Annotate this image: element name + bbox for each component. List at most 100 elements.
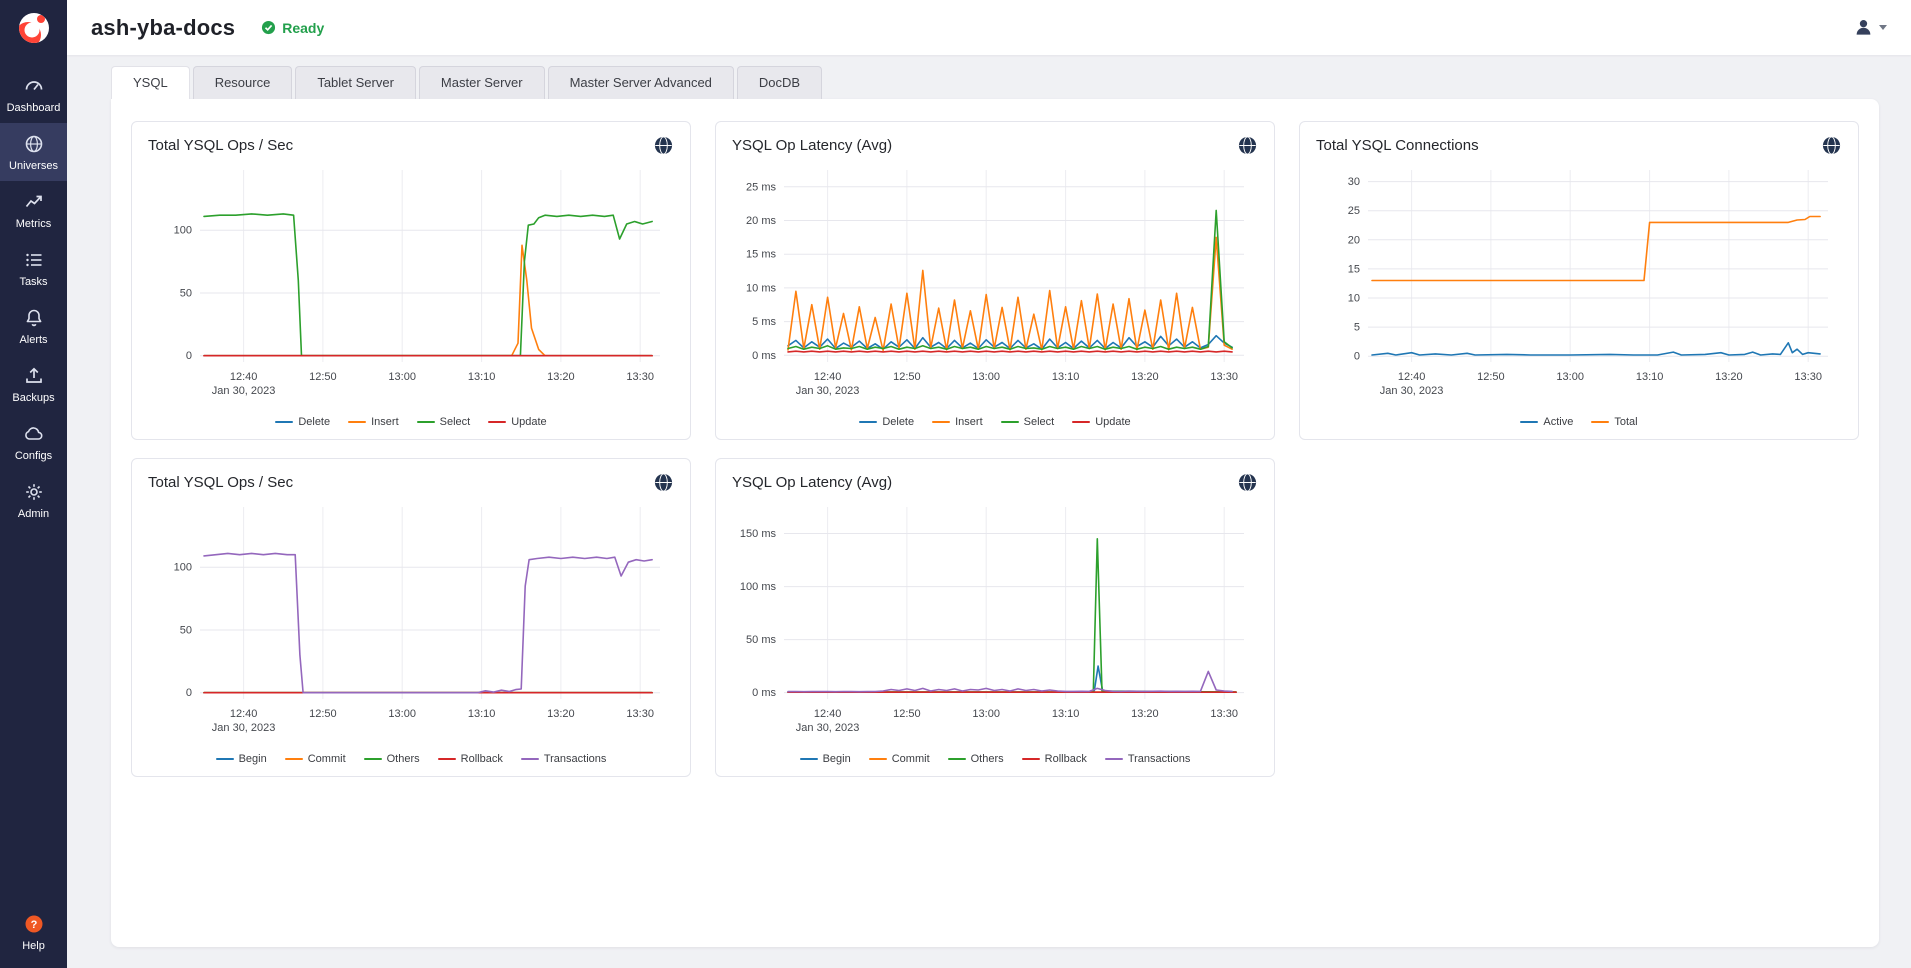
tab-docdb[interactable]: DocDB bbox=[737, 66, 822, 99]
ready-check-icon bbox=[261, 20, 276, 35]
globe-icon bbox=[653, 135, 674, 156]
svg-text:10: 10 bbox=[1348, 293, 1360, 305]
chart-title: YSQL Op Latency (Avg) bbox=[732, 474, 892, 491]
legend-swatch bbox=[417, 421, 435, 423]
universe-icon[interactable] bbox=[653, 472, 674, 493]
sidebar-item-label: Configs bbox=[15, 450, 52, 462]
legend-item-insert[interactable]: Insert bbox=[348, 416, 399, 428]
tab-master-server[interactable]: Master Server bbox=[419, 66, 545, 99]
svg-text:25: 25 bbox=[1348, 205, 1360, 217]
legend-swatch bbox=[488, 421, 506, 423]
chart-panel-header: Total YSQL Ops / Sec bbox=[148, 472, 674, 493]
chart-title: Total YSQL Ops / Sec bbox=[148, 137, 293, 154]
sidebar: Dashboard Universes MetricsTasksAlertsBack… bbox=[0, 0, 67, 968]
admin-gear-icon bbox=[23, 481, 45, 503]
chart-panel-header: YSQL Op Latency (Avg) bbox=[732, 472, 1258, 493]
sidebar-item-tasks[interactable]: Tasks bbox=[0, 239, 67, 297]
chart-title: YSQL Op Latency (Avg) bbox=[732, 137, 892, 154]
yugabyte-logo[interactable] bbox=[0, 0, 67, 55]
sidebar-item-configs[interactable]: Configs bbox=[0, 413, 67, 471]
legend-item-rollback[interactable]: Rollback bbox=[438, 753, 503, 765]
svg-text:12:40: 12:40 bbox=[1398, 371, 1426, 383]
legend-item-select[interactable]: Select bbox=[1001, 416, 1055, 428]
svg-text:Jan 30, 2023: Jan 30, 2023 bbox=[1380, 385, 1444, 397]
universe-icon[interactable] bbox=[653, 135, 674, 156]
legend-item-rollback[interactable]: Rollback bbox=[1022, 753, 1087, 765]
legend-swatch bbox=[275, 421, 293, 423]
universe-icon[interactable] bbox=[1237, 135, 1258, 156]
tasks-list-icon bbox=[23, 249, 45, 271]
configs-cloud-icon bbox=[23, 423, 45, 445]
sidebar-nav: Dashboard Universes MetricsTasksAlertsBack… bbox=[0, 65, 67, 529]
legend-item-transactions[interactable]: Transactions bbox=[521, 753, 607, 765]
globe-icon bbox=[1821, 135, 1842, 156]
legend-item-delete[interactable]: Delete bbox=[859, 416, 914, 428]
sidebar-item-label: Universes bbox=[9, 160, 58, 172]
chart-title: Total YSQL Connections bbox=[1316, 137, 1479, 154]
svg-text:13:20: 13:20 bbox=[1131, 708, 1159, 720]
sidebar-item-admin[interactable]: Admin bbox=[0, 471, 67, 529]
tab-master-server-advanced[interactable]: Master Server Advanced bbox=[548, 66, 734, 99]
sidebar-item-dashboard[interactable]: Dashboard bbox=[0, 65, 67, 123]
sidebar-item-alerts[interactable]: Alerts bbox=[0, 297, 67, 355]
svg-text:13:30: 13:30 bbox=[1794, 371, 1822, 383]
svg-text:12:50: 12:50 bbox=[893, 708, 921, 720]
legend-item-others[interactable]: Others bbox=[364, 753, 420, 765]
svg-text:15 ms: 15 ms bbox=[746, 249, 776, 261]
chart-panel: Total YSQL Ops / Sec05010012:4012:5013:0… bbox=[131, 458, 691, 777]
svg-text:13:10: 13:10 bbox=[1636, 371, 1664, 383]
tab-resource[interactable]: Resource bbox=[193, 66, 293, 99]
svg-text:13:30: 13:30 bbox=[1210, 371, 1238, 383]
legend-item-begin[interactable]: Begin bbox=[216, 753, 267, 765]
sidebar-item-metrics[interactable]: Metrics bbox=[0, 181, 67, 239]
legend-swatch bbox=[364, 758, 382, 760]
svg-text:12:50: 12:50 bbox=[309, 708, 337, 720]
charts-grid: Total YSQL Ops / Sec05010012:4012:5013:0… bbox=[131, 121, 1859, 777]
svg-text:13:10: 13:10 bbox=[1052, 371, 1080, 383]
legend-item-commit[interactable]: Commit bbox=[285, 753, 346, 765]
legend-item-select[interactable]: Select bbox=[417, 416, 471, 428]
tab-tablet-server[interactable]: Tablet Server bbox=[295, 66, 416, 99]
sidebar-item-label: Admin bbox=[18, 508, 49, 520]
chart-panel: Total YSQL Connections05101520253012:401… bbox=[1299, 121, 1859, 440]
legend-swatch bbox=[1520, 421, 1538, 423]
legend-item-others[interactable]: Others bbox=[948, 753, 1004, 765]
universe-icon[interactable] bbox=[1237, 472, 1258, 493]
help-icon: ? bbox=[23, 913, 45, 935]
sidebar-item-help[interactable]: ? Help bbox=[0, 913, 67, 952]
chart-plot[interactable]: 05010012:4012:5013:0013:1013:2013:30Jan … bbox=[148, 160, 674, 412]
chart-legend: Begin Commit Others Rollback Transactions bbox=[732, 749, 1258, 768]
chart-plot[interactable]: 05010012:4012:5013:0013:1013:2013:30Jan … bbox=[148, 497, 674, 749]
svg-text:0 ms: 0 ms bbox=[752, 687, 776, 699]
legend-item-delete[interactable]: Delete bbox=[275, 416, 330, 428]
status-badge: Ready bbox=[261, 20, 324, 36]
svg-text:13:30: 13:30 bbox=[626, 708, 654, 720]
svg-text:Jan 30, 2023: Jan 30, 2023 bbox=[212, 722, 276, 734]
legend-item-update[interactable]: Update bbox=[488, 416, 546, 428]
legend-item-insert[interactable]: Insert bbox=[932, 416, 983, 428]
svg-text:12:40: 12:40 bbox=[814, 371, 842, 383]
svg-text:12:50: 12:50 bbox=[309, 371, 337, 383]
legend-item-begin[interactable]: Begin bbox=[800, 753, 851, 765]
svg-text:0: 0 bbox=[186, 350, 192, 362]
svg-text:150 ms: 150 ms bbox=[740, 528, 777, 540]
chart-plot[interactable]: 0 ms5 ms10 ms15 ms20 ms25 ms12:4012:5013… bbox=[732, 160, 1258, 412]
svg-text:13:20: 13:20 bbox=[547, 708, 575, 720]
legend-item-total[interactable]: Total bbox=[1591, 416, 1637, 428]
sidebar-item-label: Dashboard bbox=[7, 102, 61, 114]
svg-text:Jan 30, 2023: Jan 30, 2023 bbox=[796, 385, 860, 397]
chevron-down-icon bbox=[1879, 25, 1887, 30]
tab-ysql[interactable]: YSQL bbox=[111, 66, 190, 99]
sidebar-item-backups[interactable]: Backups bbox=[0, 355, 67, 413]
svg-text:13:20: 13:20 bbox=[1715, 371, 1743, 383]
legend-item-active[interactable]: Active bbox=[1520, 416, 1573, 428]
legend-item-transactions[interactable]: Transactions bbox=[1105, 753, 1191, 765]
chart-plot[interactable]: 0 ms50 ms100 ms150 ms12:4012:5013:0013:1… bbox=[732, 497, 1258, 749]
sidebar-item-universes[interactable]: Universes bbox=[0, 123, 67, 181]
chart-plot[interactable]: 05101520253012:4012:5013:0013:1013:2013:… bbox=[1316, 160, 1842, 412]
legend-item-update[interactable]: Update bbox=[1072, 416, 1130, 428]
universe-icon[interactable] bbox=[1821, 135, 1842, 156]
svg-text:13:10: 13:10 bbox=[468, 708, 496, 720]
legend-item-commit[interactable]: Commit bbox=[869, 753, 930, 765]
user-menu[interactable] bbox=[1853, 17, 1887, 38]
